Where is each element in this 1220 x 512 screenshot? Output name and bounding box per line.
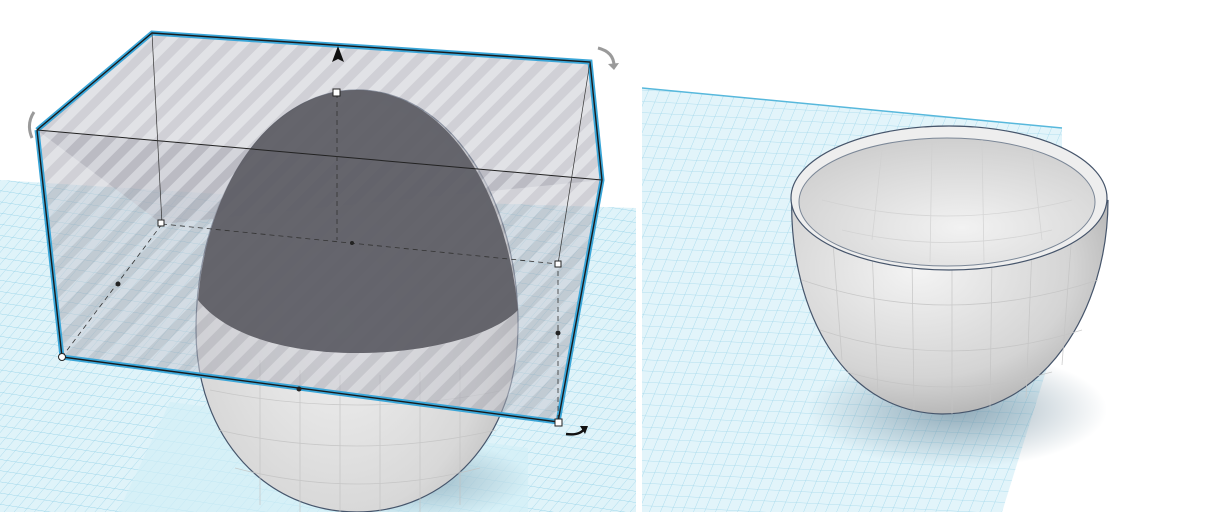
rotate-arrow-top-right-icon[interactable] [597,46,616,67]
edge-handle-left[interactable] [115,281,121,287]
left-scene-svg[interactable] [0,0,636,512]
cup-inner [798,137,1096,267]
right-scene-svg[interactable] [642,0,1220,512]
corner-handle-front-right[interactable] [554,418,563,427]
edge-handle-right[interactable] [555,330,561,336]
tinkercad-comparison [0,0,1220,512]
corner-handle-back-right[interactable] [554,260,562,268]
center-point [350,241,354,245]
edge-handle-front[interactable] [296,386,302,392]
rotate-arrow-left-icon[interactable] [27,111,36,139]
corner-handle-back-left[interactable] [157,219,165,227]
top-center-handle[interactable] [332,88,341,97]
workplane-view-left[interactable] [0,0,636,512]
workplane-view-right[interactable] [642,0,1220,512]
rotate-arrow-top-right-tip [608,63,619,70]
corner-handle-front-left[interactable] [58,353,66,361]
